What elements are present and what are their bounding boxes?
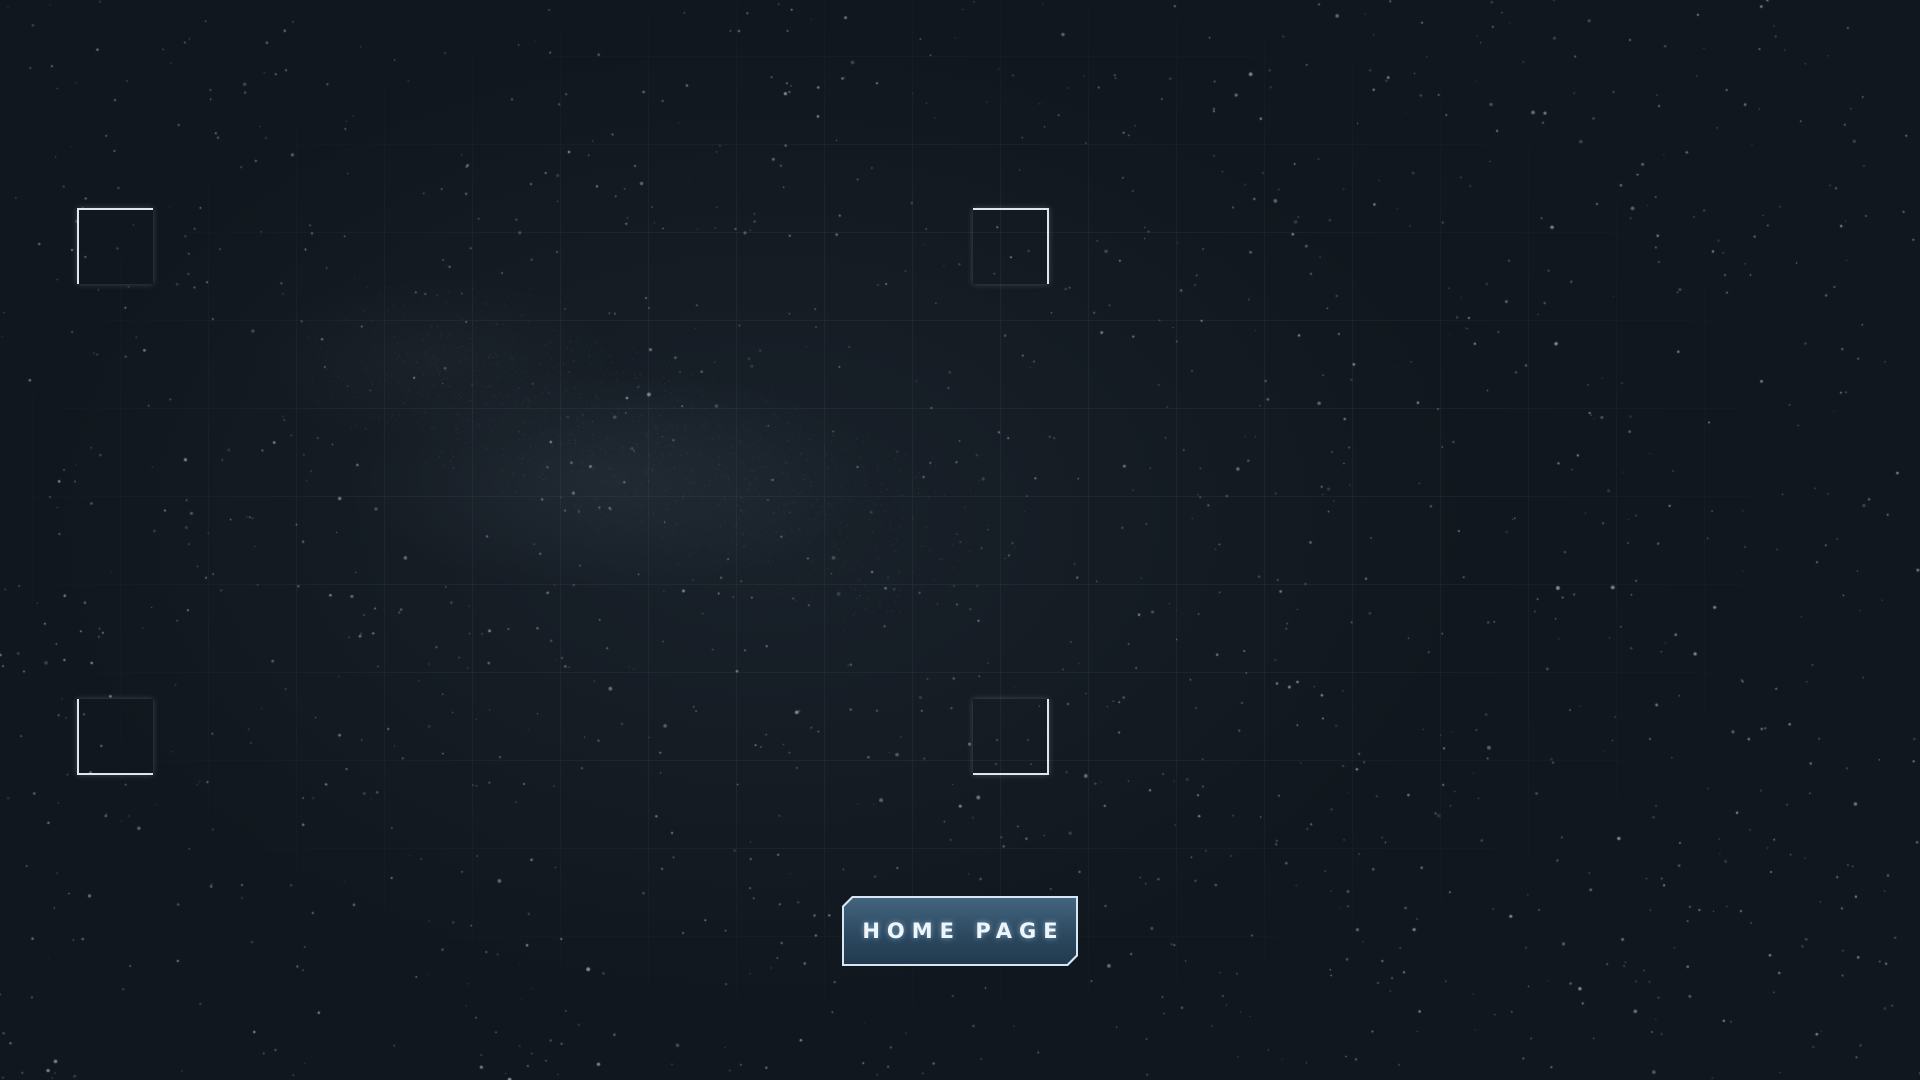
home-page-button[interactable]: HOME PAGE bbox=[842, 896, 1078, 966]
corner-bracket-bottom-right bbox=[973, 699, 1049, 775]
space-background: HOME PAGE bbox=[0, 0, 1920, 1080]
home-page-button-label: HOME PAGE bbox=[862, 919, 1065, 943]
corner-bracket-bottom-left bbox=[77, 699, 153, 775]
corner-bracket-top-right bbox=[973, 208, 1049, 284]
corner-bracket-top-left bbox=[77, 208, 153, 284]
home-page-button-face[interactable]: HOME PAGE bbox=[844, 898, 1076, 964]
